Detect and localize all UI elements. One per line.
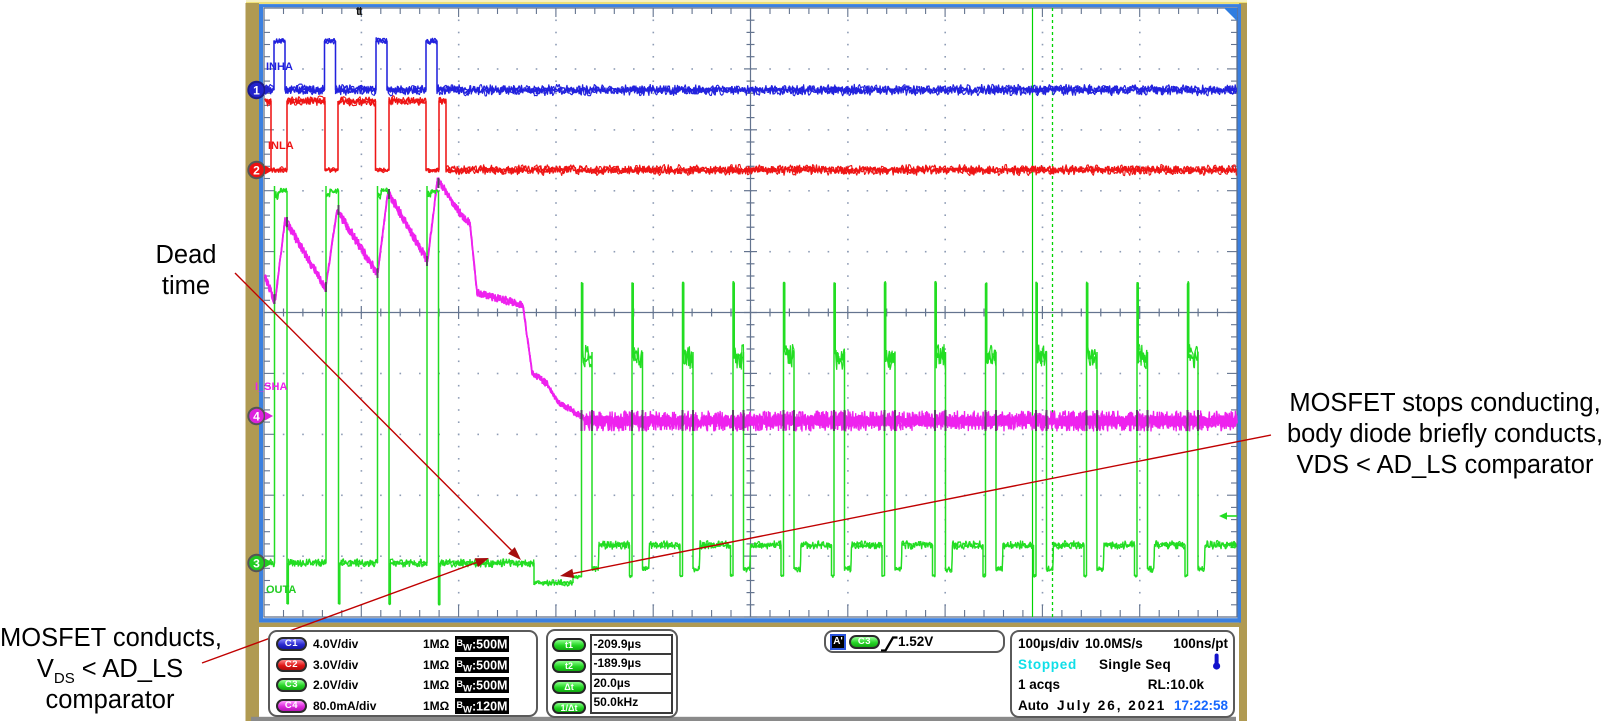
svg-text:INHA: INHA — [266, 61, 293, 73]
svg-text:3: 3 — [253, 556, 260, 570]
svg-text:OUTA: OUTA — [266, 584, 296, 596]
svg-text:I_SHA: I_SHA — [255, 381, 287, 393]
svg-text:1: 1 — [253, 83, 260, 97]
svg-text:4: 4 — [253, 409, 260, 423]
svg-text:2: 2 — [253, 163, 260, 177]
svg-text:INLA: INLA — [268, 140, 294, 152]
